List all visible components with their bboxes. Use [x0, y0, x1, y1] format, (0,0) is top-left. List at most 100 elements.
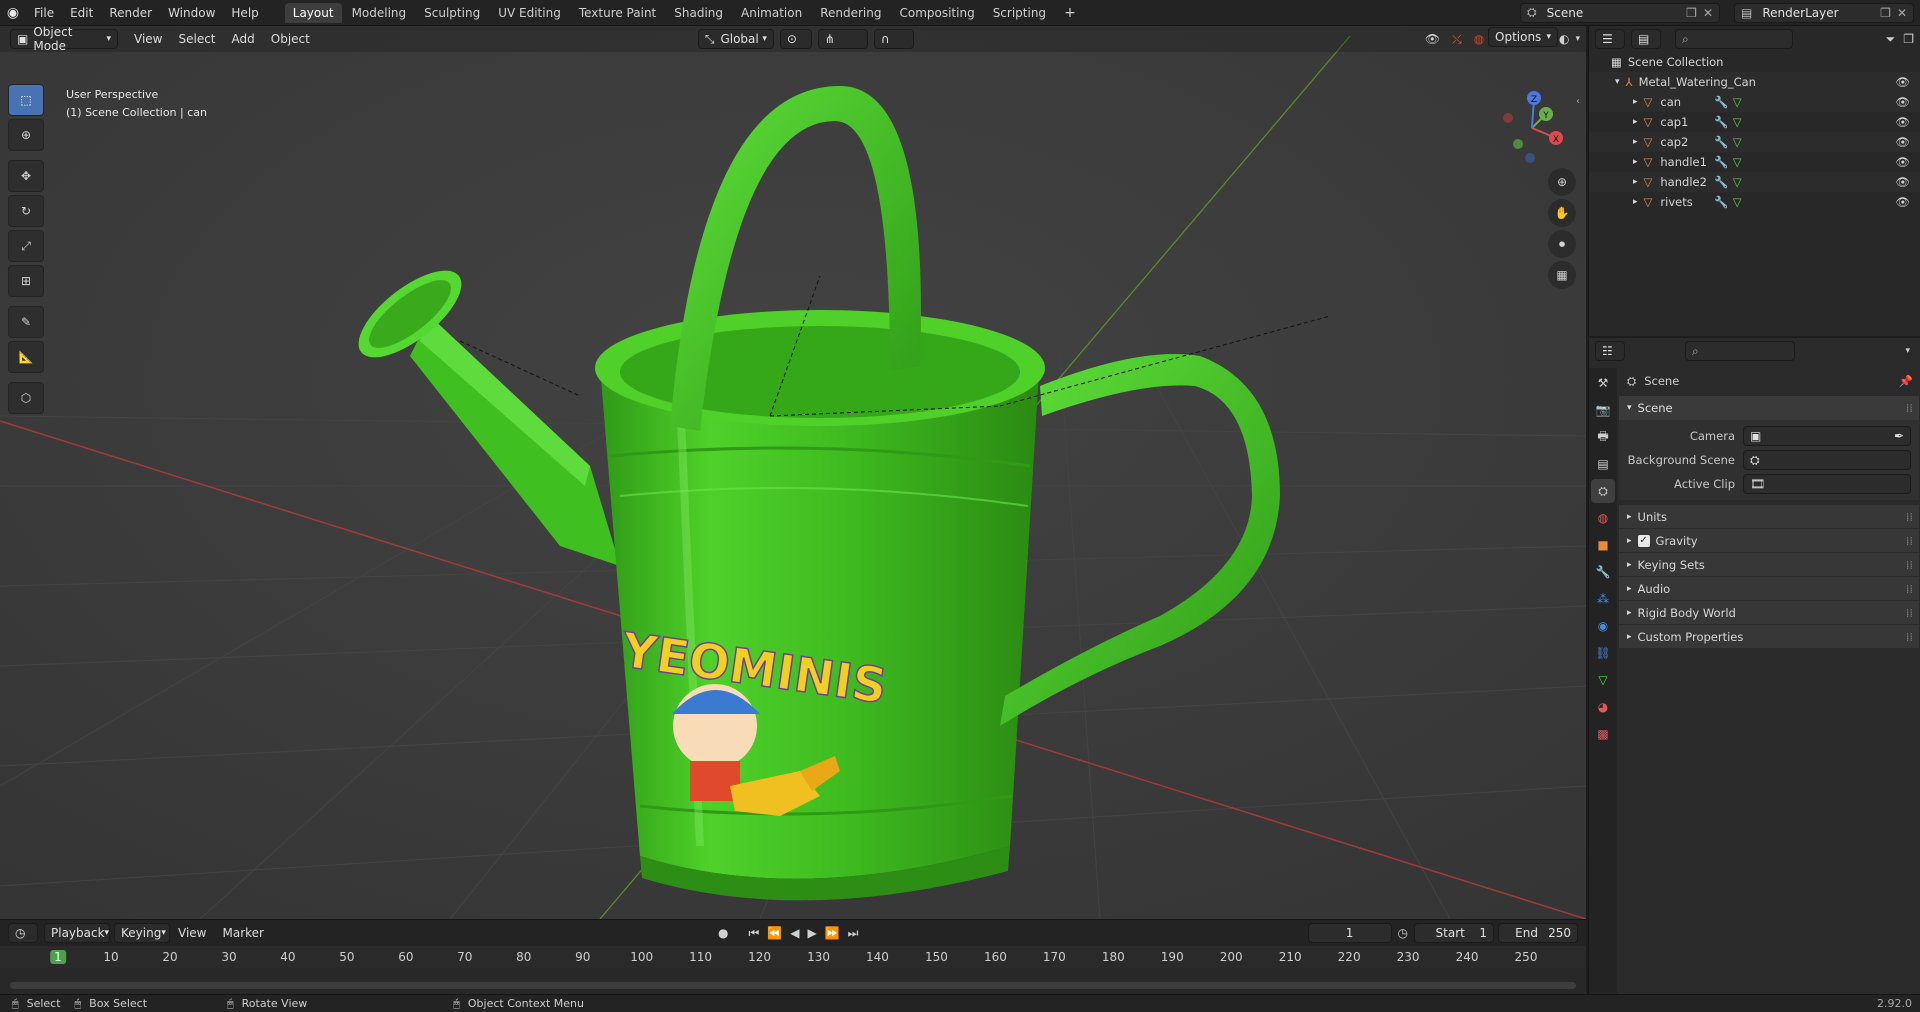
outliner-row-collection[interactable]: ▾ ⅄ Metal_Watering_Can 👁 [1589, 72, 1920, 92]
tab-scene[interactable]: ⛭ [1591, 479, 1615, 503]
outliner-row-object[interactable]: ▸ ▽ handle2 🔧 ▽ 👁 [1589, 172, 1920, 192]
tab-data[interactable]: ▽ [1591, 668, 1615, 692]
subpanel-header[interactable]: ▸ Custom Properties ⁞⁞ [1619, 624, 1919, 648]
start-frame-field[interactable]: Start 1 [1414, 923, 1494, 943]
tab-modifiers[interactable]: 🔧 [1591, 560, 1615, 584]
tab-particles[interactable]: ⁂ [1591, 587, 1615, 611]
properties-search-input[interactable]: ⌕ [1685, 341, 1795, 361]
tab-texture-paint[interactable]: Texture Paint [571, 3, 664, 23]
playhead-frame[interactable]: 1 [50, 950, 66, 964]
collapse-sidebar-icon[interactable]: ‹ [1576, 96, 1580, 107]
outliner-editor-type[interactable]: ☰ [1595, 29, 1625, 49]
visibility-icon[interactable]: 👁 [1425, 32, 1440, 46]
viewport-menu-add[interactable]: Add [224, 32, 263, 46]
drag-handle-icon[interactable]: ⁞⁞ [1906, 510, 1913, 524]
camera-view-button[interactable]: ⏺ [1548, 230, 1576, 258]
copy-icon[interactable]: ❐ [1686, 6, 1697, 20]
transform-tool[interactable]: ⊞ [8, 265, 44, 297]
mesh-data-icon[interactable]: ▽ [1733, 95, 1742, 109]
tab-shading[interactable]: Shading [666, 3, 731, 23]
tab-object[interactable]: ■ [1591, 533, 1615, 557]
modifier-wrench-icon[interactable]: 🔧 [1714, 175, 1728, 189]
close-icon[interactable]: ✕ [1703, 6, 1713, 20]
viewport-menu-object[interactable]: Object [263, 32, 318, 46]
subpanel-header[interactable]: ▸ ✓ Gravity ⁞⁞ [1619, 528, 1919, 552]
blender-logo-icon[interactable]: ◉ [0, 5, 26, 21]
tab-tool[interactable]: ⚒ [1591, 371, 1615, 395]
select-box-tool[interactable]: ⬚ [8, 84, 44, 116]
pin-icon[interactable]: 📌 [1899, 374, 1913, 388]
play-icon[interactable]: ▶ [807, 926, 816, 940]
expand-arrow-icon[interactable]: ▸ [1633, 177, 1638, 187]
outliner-row-object[interactable]: ▸ ▽ cap1 🔧 ▽ 👁 [1589, 112, 1920, 132]
proportional-edit-toggle[interactable]: ∩ [873, 29, 914, 49]
tab-world[interactable]: ◍ [1591, 506, 1615, 530]
drag-handle-icon[interactable]: ⁞⁞ [1906, 558, 1913, 572]
outliner-row-object[interactable]: ▸ ▽ rivets 🔧 ▽ 👁 [1589, 192, 1920, 212]
eye-icon[interactable]: 👁 [1895, 75, 1910, 89]
snap-toggle[interactable]: ⋔ [817, 29, 868, 49]
chevron-down-icon[interactable]: ▾ [1905, 346, 1910, 356]
timeline-menu-view[interactable]: View [170, 926, 214, 940]
tab-uv-editing[interactable]: UV Editing [490, 3, 569, 23]
drag-handle-icon[interactable]: ⁞⁞ [1906, 401, 1913, 415]
outliner-row-object[interactable]: ▸ ▽ cap2 🔧 ▽ 👁 [1589, 132, 1920, 152]
stopwatch-icon[interactable]: ◷ [1398, 926, 1408, 940]
tab-render[interactable]: 📷 [1591, 398, 1615, 422]
menu-render[interactable]: Render [101, 6, 160, 20]
overlay-toggle-icon[interactable]: ◍ [1474, 32, 1484, 46]
mesh-data-icon[interactable]: ▽ [1733, 155, 1742, 169]
rotate-tool[interactable]: ↻ [8, 195, 44, 227]
close-icon[interactable]: ✕ [1897, 6, 1907, 20]
measure-tool[interactable]: 📐 [8, 341, 44, 373]
tab-output[interactable]: 🖶 [1591, 425, 1615, 449]
tab-texture[interactable]: ▩ [1591, 722, 1615, 746]
rendered-shading-icon[interactable]: ◐ [1559, 32, 1569, 46]
tab-constraints[interactable]: ⛓ [1591, 641, 1615, 665]
expand-arrow-icon[interactable]: ▸ [1633, 197, 1638, 207]
expand-arrow-icon[interactable]: ▸ [1633, 97, 1638, 107]
tab-scripting[interactable]: Scripting [985, 3, 1054, 23]
subpanel-header[interactable]: ▸ Audio ⁞⁞ [1619, 576, 1919, 600]
eye-icon[interactable]: 👁 [1895, 115, 1910, 129]
tab-rendering[interactable]: Rendering [812, 3, 889, 23]
display-mode-dropdown[interactable]: ▤ [1631, 29, 1661, 49]
3d-viewport[interactable]: YEOMINIS ▣ Object Mode ▾ View Select Add… [0, 26, 1586, 919]
current-frame-field[interactable]: 1 [1307, 923, 1392, 943]
outliner-row-scene-collection[interactable]: ▦ Scene Collection [1589, 52, 1920, 72]
cursor-tool[interactable]: ⊕ [8, 119, 44, 151]
timeline-scrollbar[interactable] [10, 982, 1576, 989]
add-cube-tool[interactable]: ⬡ [8, 382, 44, 414]
annotate-tool[interactable]: ✎ [8, 306, 44, 338]
add-workspace-button[interactable]: + [1056, 3, 1084, 23]
record-icon[interactable]: ● [718, 926, 728, 940]
subpanel-header[interactable]: ▸ Keying Sets ⁞⁞ [1619, 552, 1919, 576]
mesh-data-icon[interactable]: ▽ [1733, 175, 1742, 189]
new-collection-icon[interactable]: ❐ [1903, 32, 1914, 46]
camera-field[interactable]: ▣ ✒ [1743, 426, 1911, 446]
background-scene-field[interactable]: ⛭ [1743, 450, 1911, 470]
drag-handle-icon[interactable]: ⁞⁞ [1906, 606, 1913, 620]
modifier-wrench-icon[interactable]: 🔧 [1714, 115, 1728, 129]
perspective-toggle-button[interactable]: ▦ [1548, 261, 1576, 289]
tab-view-layer[interactable]: ▤ [1591, 452, 1615, 476]
transform-orientation-dropdown[interactable]: ⤡ Global ▾ [697, 29, 774, 49]
view-layer-selector[interactable]: ▤ RenderLayer ❐ ✕ [1734, 2, 1914, 23]
outliner-search-input[interactable]: ⌕ [1675, 29, 1793, 49]
drag-handle-icon[interactable]: ⁞⁞ [1906, 630, 1913, 644]
tab-layout[interactable]: Layout [284, 2, 342, 23]
move-tool[interactable]: ✥ [8, 160, 44, 192]
mesh-data-icon[interactable]: ▽ [1733, 195, 1742, 209]
timeline-menu-marker[interactable]: Marker [214, 926, 271, 940]
eyedropper-icon[interactable]: ✒ [1894, 429, 1904, 443]
expand-arrow-icon[interactable]: ▾ [1615, 77, 1620, 87]
tab-physics[interactable]: ◉ [1591, 614, 1615, 638]
eye-icon[interactable]: 👁 [1895, 155, 1910, 169]
viewport-menu-select[interactable]: Select [170, 32, 223, 46]
object-mode-dropdown[interactable]: ▣ Object Mode ▾ [10, 26, 118, 53]
scene-selector[interactable]: ⛭ Scene ❐ ✕ [1520, 2, 1720, 23]
playback-dropdown[interactable]: Playback ▾ [44, 923, 110, 943]
mesh-data-icon[interactable]: ▽ [1733, 115, 1742, 129]
scene-panel-header[interactable]: ▾ Scene ⁞⁞ [1619, 396, 1919, 420]
subpanel-header[interactable]: ▸ Units ⁞⁞ [1619, 504, 1919, 528]
